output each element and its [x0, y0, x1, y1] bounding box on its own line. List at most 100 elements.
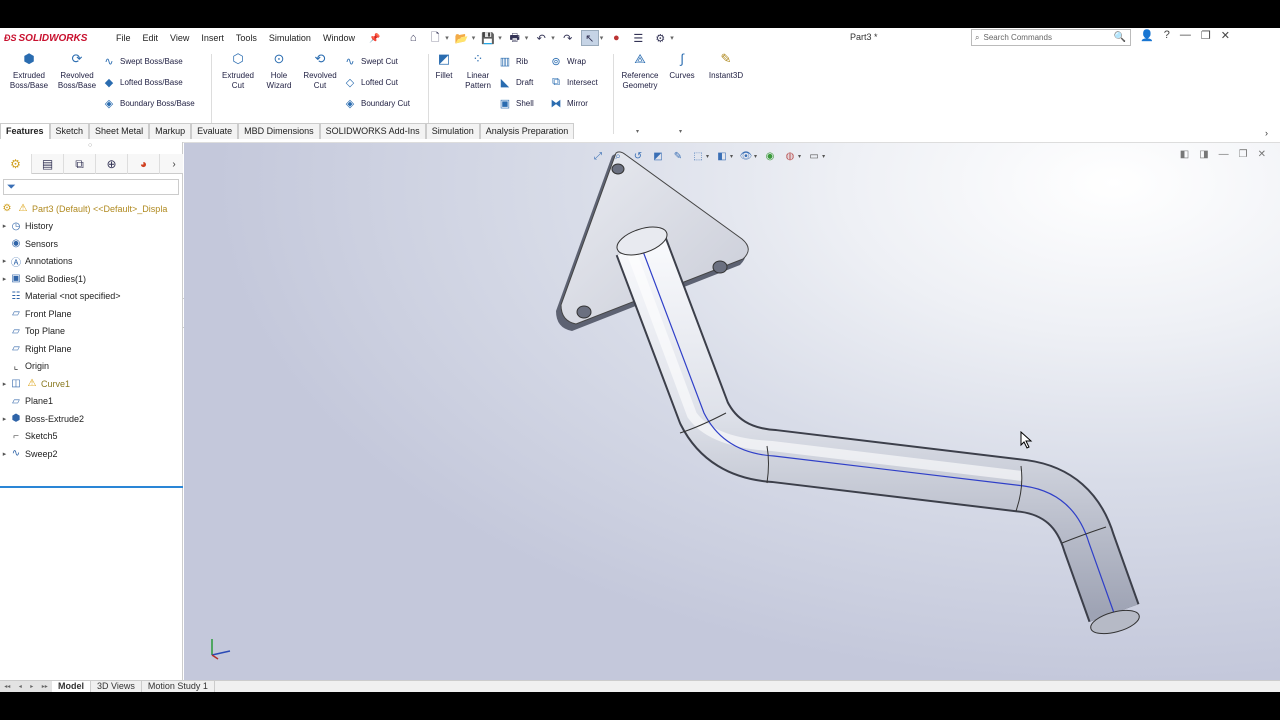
zoom-to-area-icon[interactable]: ⌕: [611, 149, 625, 163]
expand-icon[interactable]: ▸: [0, 275, 9, 283]
tab-solidworks-add-ins[interactable]: SOLIDWORKS Add-Ins: [319, 123, 426, 139]
close-icon[interactable]: ✕: [1221, 29, 1230, 42]
swept-boss-button[interactable]: ∿ Swept Boss/Base: [102, 54, 182, 68]
section-view-icon[interactable]: ◩: [651, 149, 665, 163]
traffic-light-icon[interactable]: ●: [607, 30, 625, 46]
view-orientation-icon[interactable]: ⬚: [691, 149, 705, 163]
tree-item-sketch5[interactable]: ⌐ Sketch5: [0, 428, 183, 446]
previous-view-icon[interactable]: ↺: [631, 149, 645, 163]
menu-file[interactable]: File: [110, 33, 137, 44]
home-icon[interactable]: ⌂: [404, 30, 422, 46]
tree-item-curve1[interactable]: ▸ ◫ ⚠ Curve1: [0, 375, 183, 393]
menu-insert[interactable]: Insert: [195, 33, 230, 44]
tree-item-front-plane[interactable]: ▱ Front Plane: [0, 305, 183, 323]
viewport-restore-icon[interactable]: ❐: [1239, 149, 1248, 160]
instant3d-button[interactable]: ✎ Instant3D: [703, 52, 749, 81]
edit-appearance-icon[interactable]: ◉: [763, 149, 777, 163]
extruded-cut-button[interactable]: ⬡ Extruded Cut: [216, 52, 260, 91]
tree-item-material[interactable]: ☷ Material <not specified>: [0, 288, 183, 306]
options-gear-icon[interactable]: ⚙: [651, 30, 669, 46]
expand-icon[interactable]: ▸: [0, 380, 9, 388]
tab-3d-views[interactable]: 3D Views: [91, 680, 142, 692]
expand-icon[interactable]: ▸: [0, 222, 9, 230]
zoom-to-fit-icon[interactable]: ⤢: [591, 149, 605, 163]
reference-geometry-dropdown[interactable]: ▾: [636, 128, 639, 135]
swept-cut-button[interactable]: ∿ Swept Cut: [343, 54, 398, 68]
boundary-boss-button[interactable]: ◈ Boundary Boss/Base: [102, 96, 195, 110]
tab-features[interactable]: Features: [0, 123, 50, 139]
dynamic-annotation-icon[interactable]: ✎: [671, 149, 685, 163]
expand-icon[interactable]: ▸: [0, 415, 9, 423]
tab-evaluate[interactable]: Evaluate: [191, 123, 239, 139]
view-settings-icon[interactable]: ▭: [807, 149, 821, 163]
minimize-icon[interactable]: —: [1180, 29, 1191, 42]
lofted-boss-button[interactable]: ◆ Lofted Boss/Base: [102, 75, 183, 89]
curves-dropdown[interactable]: ▾: [679, 128, 682, 135]
new-document-icon[interactable]: 🗋: [426, 30, 444, 46]
viewport-minimize-icon[interactable]: —: [1219, 149, 1229, 160]
file-properties-icon[interactable]: ☰: [629, 30, 647, 46]
tab-model[interactable]: Model: [52, 680, 91, 692]
hole-wizard-button[interactable]: ⊙ Hole Wizard: [258, 52, 300, 91]
tab-sketch[interactable]: Sketch: [49, 123, 90, 139]
dimxpert-tab-icon[interactable]: ⊕: [96, 154, 128, 174]
tree-item-right-plane[interactable]: ▱ Right Plane: [0, 340, 183, 358]
revolved-boss-button[interactable]: ⟳ Revolved Boss/Base: [54, 52, 100, 91]
more-tabs-icon[interactable]: ›: [165, 154, 183, 174]
restore-icon[interactable]: ❐: [1201, 29, 1211, 42]
menu-edit[interactable]: Edit: [137, 33, 165, 44]
menu-tools[interactable]: Tools: [230, 33, 263, 44]
undo-icon[interactable]: ↶: [532, 30, 550, 46]
menu-window[interactable]: Window: [317, 33, 361, 44]
display-manager-tab-icon[interactable]: ◕: [128, 154, 160, 174]
tab-analysis-preparation[interactable]: Analysis Preparation: [479, 123, 575, 139]
viewport-close-icon[interactable]: ✕: [1258, 149, 1266, 160]
fillet-button[interactable]: ◩ Fillet: [430, 52, 458, 81]
viewport-next-icon[interactable]: ◨: [1199, 149, 1208, 160]
tab-sheet-metal[interactable]: Sheet Metal: [89, 123, 150, 139]
expand-icon[interactable]: ▸: [0, 450, 9, 458]
apply-scene-icon[interactable]: ◍: [783, 149, 797, 163]
viewport-prev-icon[interactable]: ◧: [1180, 149, 1189, 160]
tree-item-history[interactable]: ▸ ◷ History: [0, 218, 183, 236]
configuration-manager-tab-icon[interactable]: ⧉: [64, 154, 96, 174]
tree-item-top-plane[interactable]: ▱ Top Plane: [0, 323, 183, 341]
hide-show-items-icon[interactable]: 👁: [739, 149, 753, 163]
linear-pattern-button[interactable]: ⁘ Linear Pattern: [460, 52, 496, 91]
tree-item-boss-extrude2[interactable]: ▸ ⬢ Boss-Extrude2: [0, 410, 183, 428]
tab-motion-study-1[interactable]: Motion Study 1: [142, 680, 215, 692]
panel-splitter-icon[interactable]: ○: [88, 142, 92, 149]
tree-item-solid-bodies[interactable]: ▸ ▣ Solid Bodies(1): [0, 270, 183, 288]
search-commands-input[interactable]: ⌕ Search Commands 🔍: [971, 29, 1131, 46]
rollback-bar[interactable]: [0, 486, 183, 488]
tab-navigation-arrows[interactable]: ◂◂ ◂ ▸ ▸▸: [0, 680, 52, 692]
tab-mbd-dimensions[interactable]: MBD Dimensions: [238, 123, 320, 139]
tree-item-annotations[interactable]: ▸ Ⓐ Annotations: [0, 253, 183, 271]
revolved-cut-button[interactable]: ⟲ Revolved Cut: [298, 52, 342, 91]
account-icon[interactable]: 👤: [1140, 29, 1154, 42]
tree-item-plane1[interactable]: ▱ Plane1: [0, 393, 183, 411]
feature-manager-tab-icon[interactable]: ⚙: [0, 154, 32, 174]
display-style-icon[interactable]: ◧: [715, 149, 729, 163]
save-icon[interactable]: 💾: [479, 30, 497, 46]
tab-simulation[interactable]: Simulation: [425, 123, 480, 139]
lofted-cut-button[interactable]: ◇ Lofted Cut: [343, 75, 398, 89]
pin-icon[interactable]: 📌: [363, 33, 386, 44]
draft-button[interactable]: ◣ Draft: [498, 75, 534, 89]
tree-filter-input[interactable]: ⏷: [3, 179, 179, 195]
help-icon[interactable]: ?: [1164, 29, 1170, 42]
select-icon[interactable]: ↖: [580, 30, 599, 46]
tab-markup[interactable]: Markup: [149, 123, 192, 139]
mirror-button[interactable]: ⧓ Mirror: [549, 96, 588, 110]
ribbon-scroll-right-icon[interactable]: ›: [1265, 128, 1268, 138]
rib-button[interactable]: ▥ Rib: [498, 54, 528, 68]
print-icon[interactable]: 🖶: [506, 30, 524, 46]
intersect-button[interactable]: ⧉ Intersect: [549, 75, 598, 89]
wrap-button[interactable]: ⊚ Wrap: [549, 54, 586, 68]
tree-item-sensors[interactable]: ◉ Sensors: [0, 235, 183, 253]
curves-button[interactable]: ∫ Curves: [666, 52, 698, 81]
menu-simulation[interactable]: Simulation: [263, 33, 317, 44]
property-manager-tab-icon[interactable]: ▤: [32, 154, 64, 174]
search-icon[interactable]: 🔍: [1114, 32, 1126, 43]
tree-item-origin[interactable]: ⌞ Origin: [0, 358, 183, 376]
